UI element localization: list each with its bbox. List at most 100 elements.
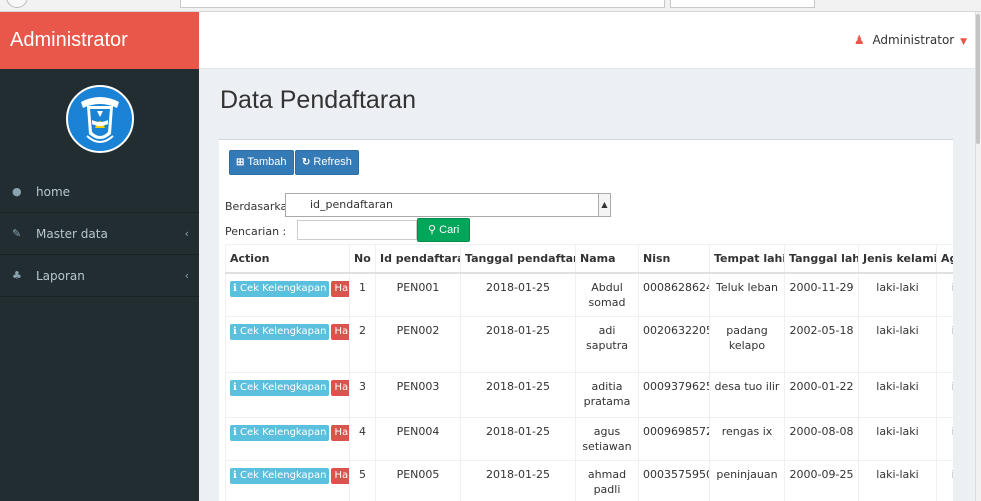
page-title: Data Pendaftaran [220,86,416,114]
sidebar-item-master-data[interactable]: ✎ Master data ‹ [0,213,199,255]
chevron-left-icon: ‹ [184,227,189,240]
id-cell: PEN002 [375,315,461,373]
sidebar-item-label: Master data [36,226,108,241]
select-value: id_pendaftaran [310,198,393,211]
tempat-cell: rengas ix [709,416,785,461]
user-menu[interactable]: ♟ Administrator ▼ [854,12,967,71]
tempat-cell: peninjauan [709,459,785,501]
nisn-cell: 0009379625 [638,371,710,418]
sidebar: Administrator ● home ✎ Master data ‹ ♣ L… [0,12,199,501]
tgl-lahir-cell: 2002-05-18 [784,315,859,373]
nisn-cell: 0020632205 [638,315,710,373]
hapus-button[interactable]: Hapus [331,280,349,297]
tut-wuri-handayani-logo [65,85,134,153]
table-header-row: Action No Id pendaftaran Tanggal pendaft… [225,244,953,274]
tanggal-cell: 2018-01-25 [460,272,576,317]
tanggal-cell: 2018-01-25 [460,371,576,418]
agama-cell: isla [936,272,953,317]
tambah-label: Tambah [247,156,287,168]
id-cell: PEN003 [375,371,461,418]
tanggal-cell: 2018-01-25 [460,459,576,501]
nama-cell: aditia pratama [575,371,639,418]
tempat-cell: desa tuo ilir [709,371,785,418]
sidebar-item-label: Laporan [36,268,85,283]
col-header[interactable]: Tanggal pendaftaran [460,244,576,274]
nama-cell: agus setiawan [575,416,639,461]
cek-kelengkapan-button[interactable]: ℹ Cek Kelengkapan [230,280,330,297]
action-cell: ℹ Cek KelengkapanHapus [225,416,350,461]
col-header[interactable]: Action [225,244,350,274]
tgl-lahir-cell: 2000-11-29 [784,272,859,317]
nama-cell: ahmad padli [575,459,639,501]
select-arrow-icon: ▲ [598,194,610,216]
nama-cell: Abdul somad [575,272,639,317]
col-header[interactable]: No [349,244,376,274]
browser-search-bar[interactable] [670,0,815,8]
scrollbar-thumb[interactable] [976,14,980,144]
table-row: ℹ Cek KelengkapanHapus 4 PEN004 2018-01-… [225,416,953,461]
nama-cell: adi saputra [575,315,639,373]
no-cell: 3 [349,371,376,418]
browser-back-icon[interactable] [6,0,28,8]
browser-address-bar[interactable] [180,0,665,8]
cari-button[interactable]: ⚲ Cari [417,218,471,242]
tanggal-cell: 2018-01-25 [460,416,576,461]
hapus-button[interactable]: Hapus [331,379,349,396]
hapus-button[interactable]: Hapus [331,467,349,484]
hapus-button[interactable]: Hapus [331,323,349,340]
jk-cell: laki-laki [858,371,937,418]
col-header[interactable]: Id pendaftaran [375,244,461,274]
col-header[interactable]: Nisn [638,244,710,274]
action-cell: ℹ Cek KelengkapanHapus [225,371,350,418]
id-cell: PEN005 [375,459,461,501]
jk-cell: laki-laki [858,459,937,501]
search-input[interactable] [297,220,417,240]
top-navbar: ♟ Administrator ▼ [199,12,975,69]
cek-kelengkapan-button[interactable]: ℹ Cek Kelengkapan [230,379,330,396]
logo-area [0,69,199,169]
sidebar-item-label: home [36,184,71,199]
refresh-button[interactable]: ↻ Refresh [295,150,359,175]
caret-down-icon: ▼ [960,37,967,47]
tanggal-cell: 2018-01-25 [460,315,576,373]
cek-kelengkapan-button[interactable]: ℹ Cek Kelengkapan [230,424,330,441]
col-header[interactable]: Nama [575,244,639,274]
nisn-cell: 0008628624 [638,272,710,317]
sidebar-item-home[interactable]: ● home [0,171,199,213]
table-row: ℹ Cek KelengkapanHapus 5 PEN005 2018-01-… [225,459,953,501]
sidebar-item-laporan[interactable]: ♣ Laporan ‹ [0,255,199,297]
tambah-button[interactable]: ⊞ Tambah [229,150,294,175]
action-cell: ℹ Cek KelengkapanHapus [225,459,350,501]
user-icon: ♟ [853,33,865,47]
data-panel: ⊞ Tambah ↻ Refresh Berdasarkan: id_pendaft… [219,139,953,501]
agama-cell: isla [936,459,953,501]
table-row: ℹ Cek KelengkapanHapus 3 PEN003 2018-01-… [225,371,953,418]
jk-cell: laki-laki [858,272,937,317]
tgl-lahir-cell: 2000-08-08 [784,416,859,461]
search-icon: ⚲ [428,224,437,236]
no-cell: 5 [349,459,376,501]
no-cell: 1 [349,272,376,317]
col-header[interactable]: Jenis kelamin [858,244,937,274]
agama-cell: isla [936,416,953,461]
col-header[interactable]: Tempat lahir [709,244,785,274]
berdasarkan-select[interactable]: id_pendaftaran ▲ [285,193,611,217]
user-name: Administrator [872,33,955,47]
cek-kelengkapan-button[interactable]: ℹ Cek Kelengkapan [230,467,330,484]
pendaftaran-table: Action No Id pendaftaran Tanggal pendaft… [225,244,953,501]
col-header[interactable]: Aga [936,244,953,274]
table-row: ℹ Cek KelengkapanHapus 1 PEN001 2018-01-… [225,272,953,317]
cek-kelengkapan-button[interactable]: ℹ Cek Kelengkapan [230,323,330,340]
sitemap-icon: ♣ [12,269,22,282]
chevron-left-icon: ‹ [184,269,189,282]
tgl-lahir-cell: 2000-09-25 [784,459,859,501]
table-row: ℹ Cek KelengkapanHapus 2 PEN002 2018-01-… [225,315,953,373]
dashboard-icon: ● [12,185,22,198]
action-cell: ℹ Cek KelengkapanHapus [225,272,350,317]
hapus-button[interactable]: Hapus [331,424,349,441]
action-cell: ℹ Cek KelengkapanHapus [225,315,350,373]
col-header[interactable]: Tanggal lahir [784,244,859,274]
jk-cell: laki-laki [858,315,937,373]
brand-logo-text[interactable]: Administrator [0,12,199,69]
jk-cell: laki-laki [858,416,937,461]
